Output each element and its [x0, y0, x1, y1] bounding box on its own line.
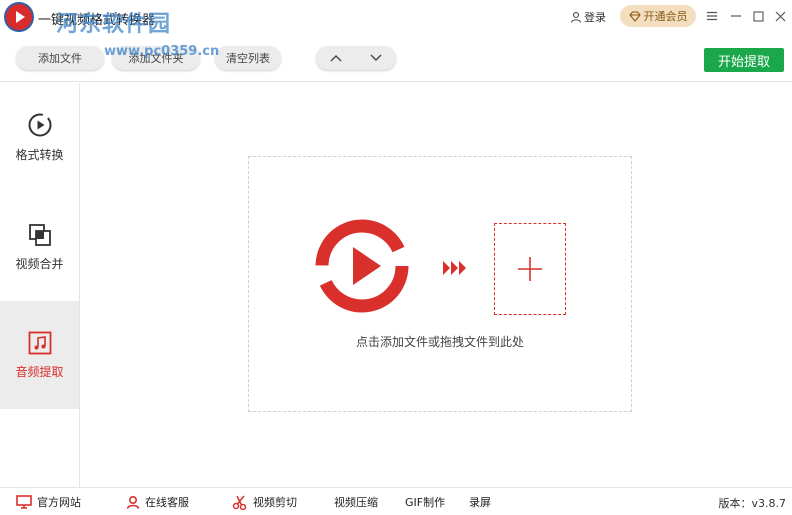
login-label: 登录	[584, 11, 606, 24]
add-file-button[interactable]: 添加文件	[16, 46, 104, 70]
sidebar-item-label: 音频提取	[15, 364, 64, 379]
clear-list-button[interactable]: 清空列表	[215, 46, 281, 70]
chevron-up-icon	[330, 55, 342, 62]
drop-hint-text: 点击添加文件或拖拽文件到此处	[355, 335, 524, 349]
maximize-button[interactable]	[750, 8, 766, 24]
monitor-icon	[16, 495, 32, 509]
music-note-icon	[28, 331, 51, 354]
diamond-icon	[628, 10, 641, 22]
file-drop-zone[interactable]: 点击添加文件或拖拽文件到此处	[248, 156, 632, 412]
minimize-icon	[731, 15, 741, 17]
sidebar-item-label: 视频合并	[15, 256, 64, 271]
close-button[interactable]	[772, 8, 788, 24]
hamburger-icon	[707, 11, 717, 21]
status-item-label: 在线客服	[145, 496, 189, 509]
play-circle-icon	[28, 113, 51, 136]
version-label: 版本：v3.8.7	[718, 497, 787, 510]
maximize-icon	[752, 10, 764, 22]
chevron-down-icon	[370, 54, 382, 61]
sidebar-item-video-merge[interactable]: 视频合并	[0, 193, 79, 301]
online-support-link[interactable]: 在线客服	[126, 494, 189, 510]
vip-button[interactable]: 开通会员	[620, 5, 696, 27]
scissors-icon	[232, 495, 247, 510]
minimize-button[interactable]	[728, 8, 744, 24]
watermark-url: www.pc0359.cn	[104, 44, 220, 59]
close-icon	[775, 11, 785, 21]
move-down-button[interactable]	[356, 46, 396, 70]
video-cut-link[interactable]: 视频剪切	[232, 494, 297, 510]
login-button[interactable]: 登录	[570, 8, 606, 26]
app-window: 一键视频格式转换器 河东软件园 登录 开通会员 添加文件 添加文件夹 清空列表 …	[0, 0, 792, 515]
merge-icon	[28, 223, 51, 246]
move-up-button[interactable]	[316, 46, 356, 70]
menu-button[interactable]	[704, 8, 720, 24]
status-bar: 官方网站 在线客服 视频剪切 视频压缩 GIF制作 录屏 版本：v3.8.7	[0, 487, 792, 515]
plus-icon	[518, 257, 542, 281]
sidebar-item-audio-extract[interactable]: 音频提取	[0, 301, 79, 409]
user-icon	[570, 11, 582, 23]
video-play-logo-icon	[315, 219, 409, 313]
user-icon	[126, 495, 140, 509]
status-item-label: 视频压缩	[334, 496, 378, 509]
add-file-box[interactable]	[494, 223, 566, 315]
sidebar-item-label: 格式转换	[15, 147, 64, 162]
move-buttons	[316, 46, 396, 70]
start-extract-button[interactable]: 开始提取	[704, 48, 784, 72]
status-item-label: 录屏	[469, 496, 491, 509]
app-logo	[6, 4, 32, 30]
gif-make-link[interactable]: GIF制作	[405, 494, 445, 510]
official-site-link[interactable]: 官方网站	[16, 494, 81, 510]
title-bar: 一键视频格式转换器 河东软件园 登录 开通会员	[0, 0, 792, 37]
video-compress-link[interactable]: 视频压缩	[334, 494, 378, 510]
sidebar-item-format-convert[interactable]: 格式转换	[0, 83, 79, 191]
triple-arrow-icon	[443, 261, 466, 275]
status-item-label: GIF制作	[405, 496, 446, 509]
vip-label: 开通会员	[643, 10, 688, 23]
screen-record-link[interactable]: 录屏	[469, 494, 491, 510]
sidebar: 格式转换 视频合并 音频提取	[0, 83, 80, 487]
status-item-label: 官方网站	[37, 496, 81, 509]
status-item-label: 视频剪切	[253, 496, 297, 509]
